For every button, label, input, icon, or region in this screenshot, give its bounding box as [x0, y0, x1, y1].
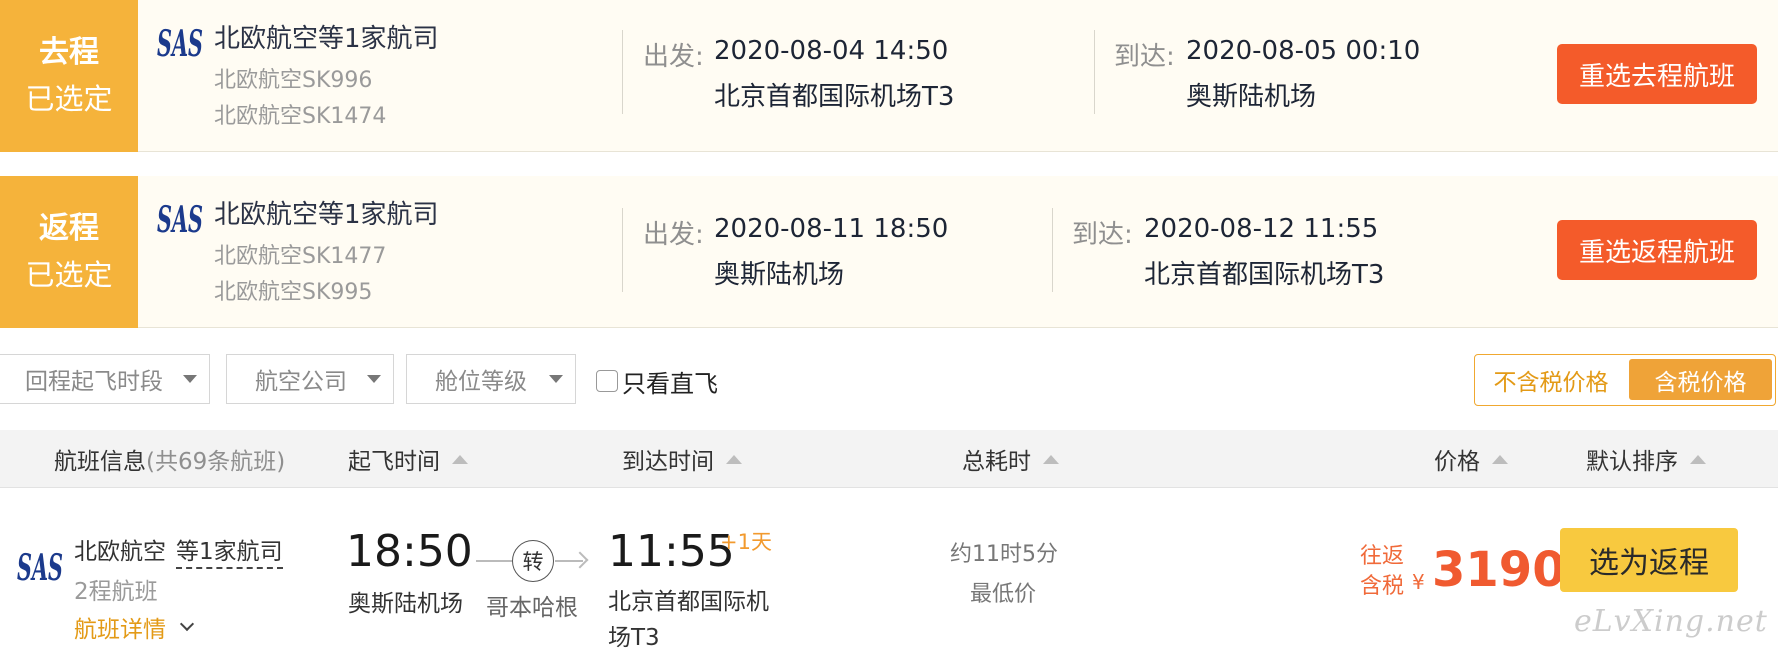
- sort-asc-icon: [1690, 454, 1706, 464]
- return-badge: 返程 已选定: [0, 176, 138, 328]
- sort-asc-icon: [1043, 454, 1059, 464]
- filter-time-slot-label: 回程起飞时段: [25, 369, 163, 395]
- sort-arrive-time-label: 到达时间: [622, 449, 714, 475]
- result-airline: 北欧航空 等1家航司: [74, 532, 283, 569]
- flight-info-label: 航班信息: [54, 449, 146, 475]
- result-arrive-time: 11:55: [608, 526, 735, 577]
- choose-return-button[interactable]: 选为返程: [1560, 528, 1738, 592]
- sort-default-label: 默认排序: [1586, 449, 1678, 475]
- flight-count: (共69条航班): [146, 449, 286, 475]
- sas-logo-icon: SAS: [17, 547, 63, 588]
- sort-depart-time[interactable]: 起飞时间: [348, 430, 468, 488]
- outbound-depart-airport: 北京首都国际机场T3: [714, 82, 955, 112]
- return-depart-datetime: 2020-08-11 18:50: [714, 214, 949, 244]
- outbound-badge-title: 去程: [39, 35, 99, 70]
- result-legs: 2程航班: [74, 579, 158, 605]
- reselect-outbound-button[interactable]: 重选去程航班: [1557, 44, 1757, 104]
- sort-asc-icon: [452, 454, 468, 464]
- result-airline-extra[interactable]: 等1家航司: [176, 539, 283, 569]
- svg-text:SAS: SAS: [157, 199, 203, 240]
- reselect-return-button[interactable]: 重选返程航班: [1557, 220, 1757, 280]
- price-tax-toggle: 不含税价格 含税价格: [1474, 354, 1776, 406]
- price-excl-tax-option[interactable]: 不含税价格: [1475, 355, 1627, 404]
- chevron-down-icon: [179, 616, 195, 632]
- result-duration: 约11时5分: [950, 542, 1058, 567]
- result-depart-airport: 奥斯陆机场: [348, 591, 463, 617]
- return-flight-2: 北欧航空SK995: [214, 280, 373, 305]
- price-incl-tax-option[interactable]: 含税价格: [1629, 359, 1772, 400]
- result-price: 3190: [1432, 542, 1566, 598]
- divider: [622, 30, 623, 114]
- return-depart-airport: 奥斯陆机场: [714, 260, 845, 290]
- direct-only-checkbox[interactable]: [596, 370, 618, 392]
- sort-price[interactable]: 价格: [1434, 430, 1508, 488]
- divider: [1052, 208, 1053, 292]
- return-selected-card: 返程 已选定 SAS 北欧航空等1家航司 北欧航空SK1477 北欧航空SK99…: [0, 176, 1778, 328]
- result-arrive-airport: 北京首都国际机场T3: [608, 589, 769, 651]
- outbound-depart-datetime: 2020-08-04 14:50: [714, 36, 949, 66]
- direct-only-label: 只看直飞: [622, 369, 718, 398]
- result-airline-name: 北欧航空: [74, 539, 166, 565]
- return-arrive-label: 到达:: [1072, 220, 1133, 250]
- sort-default[interactable]: 默认排序: [1586, 430, 1706, 488]
- sort-header: 航班信息 (共69条航班) 起飞时间 到达时间 总耗时 价格 默认排序: [0, 430, 1778, 488]
- currency-symbol: ¥: [1412, 570, 1425, 594]
- day-offset-badge: +1天: [720, 530, 772, 554]
- outbound-arrive-datetime: 2020-08-05 00:10: [1186, 36, 1421, 66]
- outbound-arrive-airport: 奥斯陆机场: [1186, 82, 1317, 112]
- flight-details-toggle[interactable]: 航班详情: [74, 610, 195, 644]
- sort-duration-label: 总耗时: [962, 449, 1031, 475]
- sort-asc-icon: [726, 454, 742, 464]
- outbound-arrive-label: 到达:: [1114, 42, 1175, 72]
- return-badge-title: 返程: [39, 211, 99, 246]
- watermark: eLvXing.net: [1574, 604, 1768, 639]
- outbound-flight-2: 北欧航空SK1474: [214, 104, 387, 129]
- svg-text:SAS: SAS: [157, 23, 203, 64]
- sas-logo-icon: SAS: [157, 199, 203, 240]
- outbound-depart-label: 出发:: [643, 42, 704, 72]
- sort-arrive-time[interactable]: 到达时间: [622, 430, 742, 488]
- divider: [1094, 30, 1095, 114]
- filter-cabin-dropdown[interactable]: 舱位等级: [406, 354, 576, 404]
- sort-depart-time-label: 起飞时间: [348, 449, 440, 475]
- result-depart-time: 18:50: [346, 526, 473, 577]
- direct-only-filter[interactable]: 只看直飞: [596, 364, 718, 398]
- sort-duration[interactable]: 总耗时: [962, 430, 1059, 488]
- svg-text:SAS: SAS: [17, 547, 63, 588]
- filter-airline-label: 航空公司: [255, 369, 347, 395]
- outbound-airline-name: 北欧航空等1家航司: [214, 24, 439, 54]
- transfer-icon: 转: [512, 540, 554, 582]
- return-badge-status: 已选定: [25, 258, 113, 292]
- return-airline-name: 北欧航空等1家航司: [214, 200, 439, 230]
- lowest-price-tag: 最低价: [970, 582, 1037, 607]
- sas-logo-icon: SAS: [157, 23, 203, 64]
- outbound-selected-card: 去程 已选定 SAS 北欧航空等1家航司 北欧航空SK996 北欧航空SK147…: [0, 0, 1778, 152]
- return-arrive-airport: 北京首都国际机场T3: [1144, 260, 1385, 290]
- divider: [622, 208, 623, 292]
- flight-info-header: 航班信息 (共69条航班): [54, 430, 285, 488]
- return-arrive-datetime: 2020-08-12 11:55: [1144, 214, 1379, 244]
- return-flight-1: 北欧航空SK1477: [214, 244, 387, 269]
- caret-down-icon: [367, 375, 381, 383]
- outbound-badge: 去程 已选定: [0, 0, 138, 152]
- flight-result-row: SAS 北欧航空 等1家航司 2程航班 航班详情 18:50 奥斯陆机场 转 哥本…: [0, 488, 1778, 652]
- return-depart-label: 出发:: [643, 220, 704, 250]
- price-tax-label: 含税: [1360, 574, 1405, 599]
- filter-airline-dropdown[interactable]: 航空公司: [226, 354, 394, 404]
- filter-time-slot-dropdown[interactable]: 回程起飞时段: [0, 354, 210, 404]
- flight-details-label: 航班详情: [74, 617, 166, 643]
- caret-down-icon: [549, 375, 563, 383]
- outbound-badge-status: 已选定: [25, 82, 113, 116]
- route-line: [476, 560, 512, 562]
- caret-down-icon: [183, 375, 197, 383]
- sort-asc-icon: [1492, 454, 1508, 464]
- price-roundtrip-label: 往返: [1360, 544, 1405, 569]
- arrow-right-icon: [571, 551, 589, 569]
- outbound-flight-1: 北欧航空SK996: [214, 68, 373, 93]
- filter-cabin-label: 舱位等级: [435, 369, 527, 395]
- transfer-city: 哥本哈根: [486, 595, 578, 621]
- sort-price-label: 价格: [1434, 449, 1480, 475]
